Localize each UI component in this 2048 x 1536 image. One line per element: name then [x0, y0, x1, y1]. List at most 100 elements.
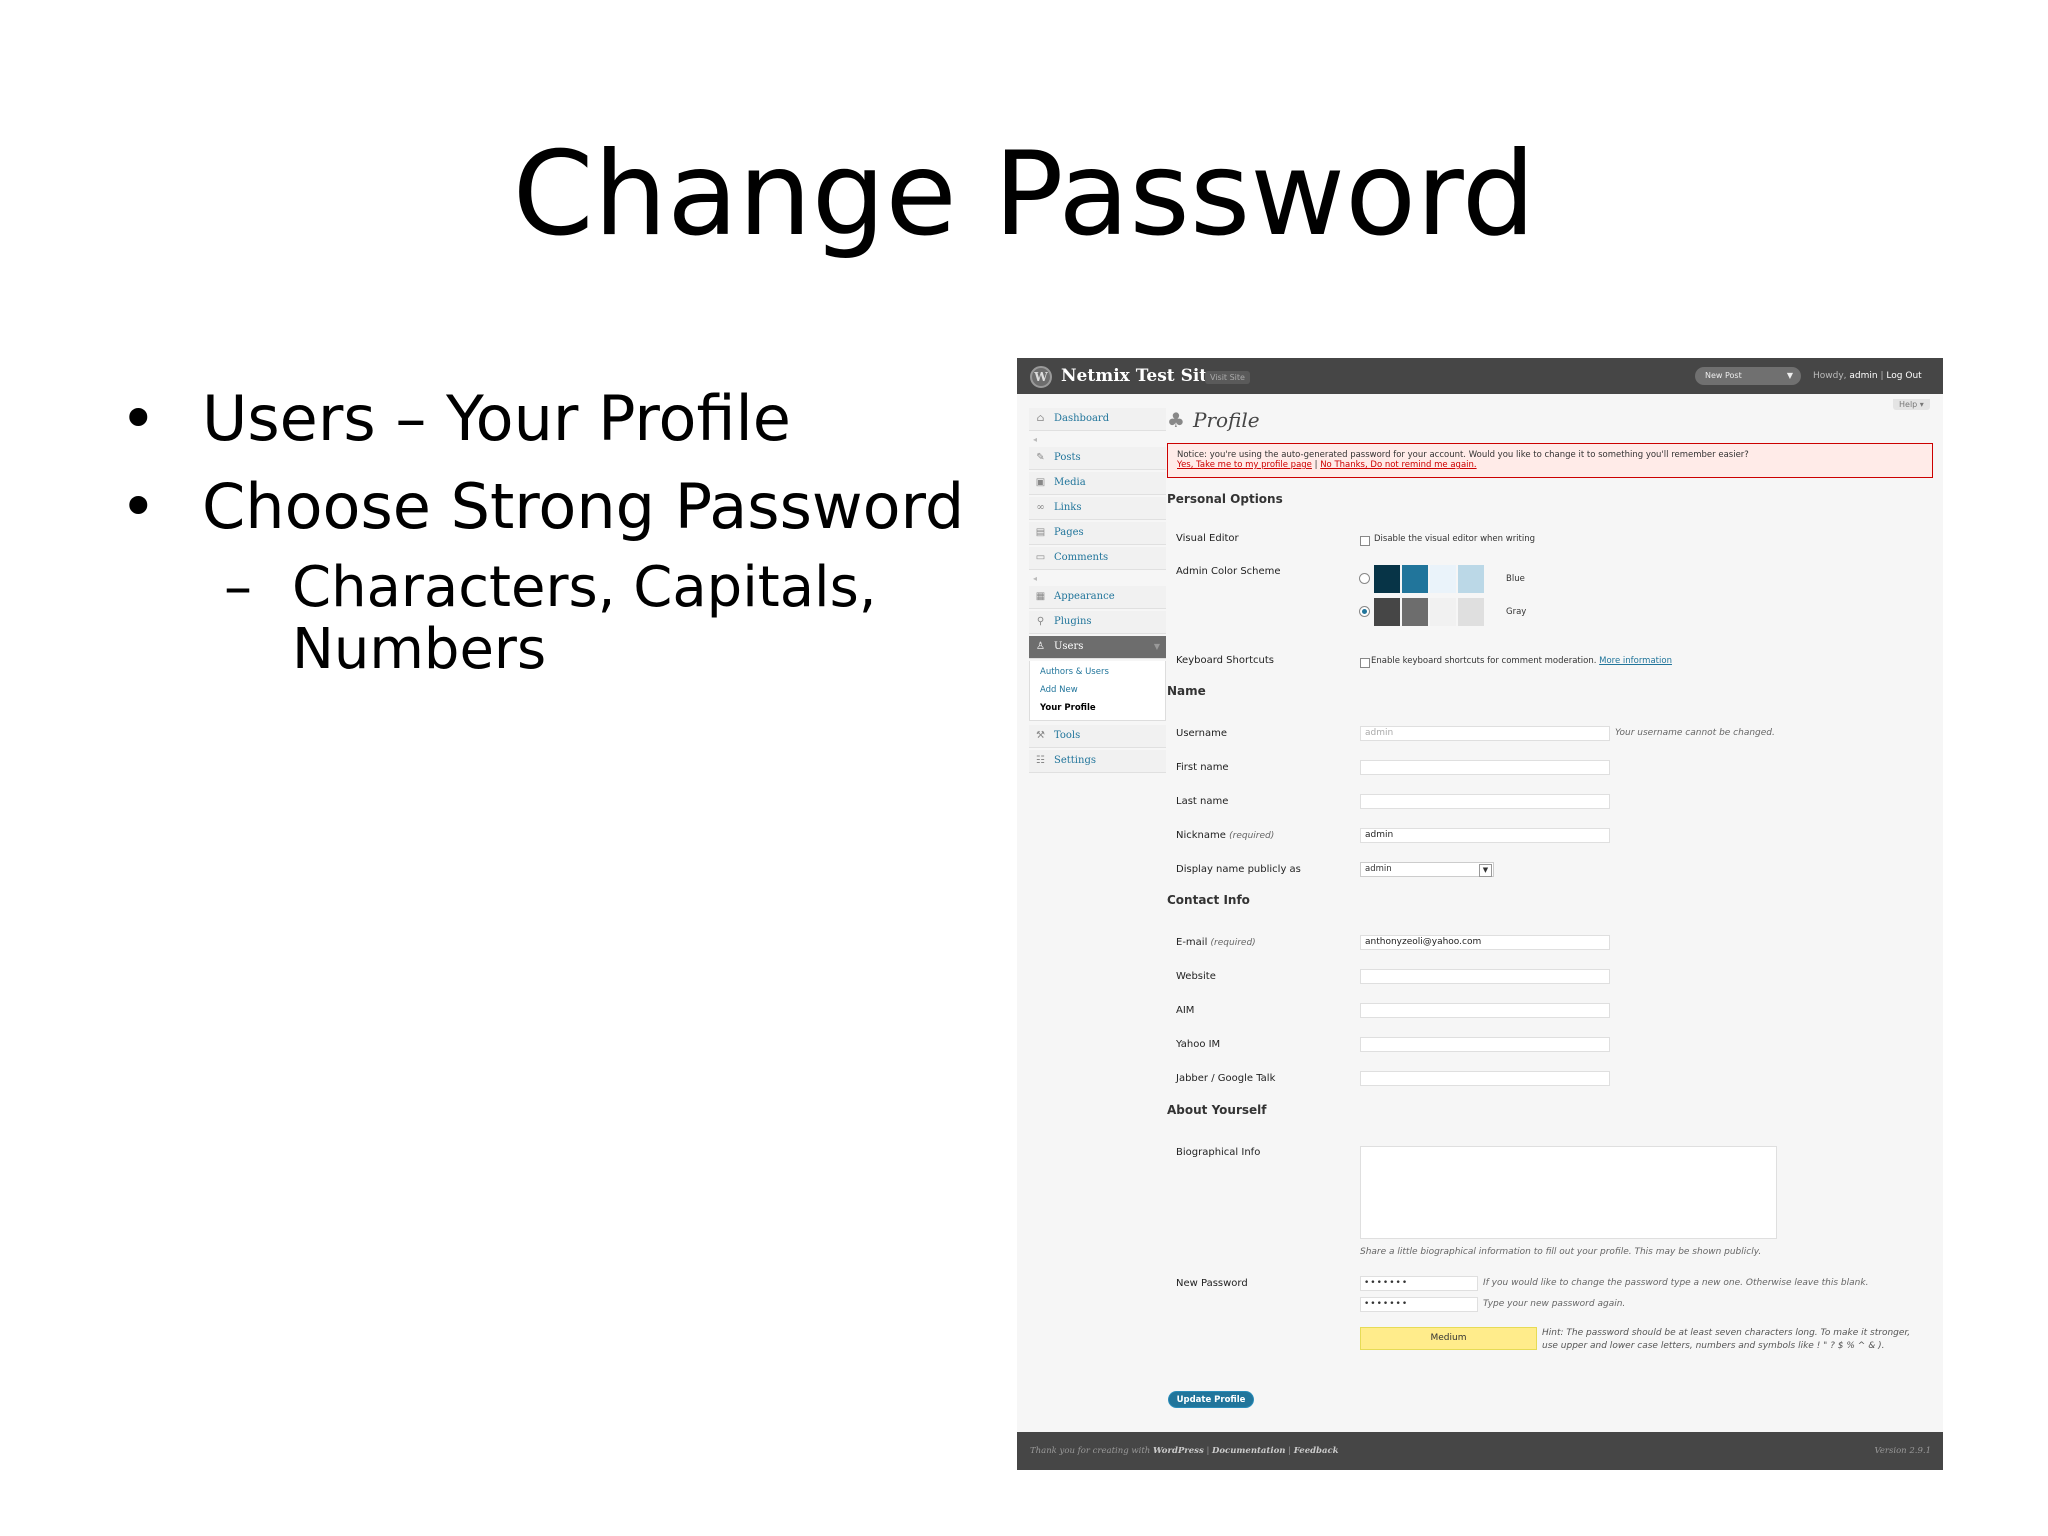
blue-swatch — [1430, 565, 1456, 593]
blue-swatch — [1458, 565, 1484, 593]
last-name-label: Last name — [1176, 796, 1229, 807]
password-hint-1: If you would like to change the password… — [1483, 1278, 1869, 1288]
menu-item-settings[interactable]: ☷ Settings — [1029, 750, 1166, 773]
jabber-label: Jabber / Google Talk — [1176, 1073, 1276, 1084]
color-scheme-label: Admin Color Scheme — [1176, 566, 1281, 577]
bullet-item: • Users – Your Profile — [120, 375, 980, 463]
menu-item-users[interactable]: ♙ Users ▼ — [1029, 636, 1166, 659]
submenu-item-add-new[interactable]: Add New — [1030, 681, 1165, 699]
new-password-label: New Password — [1176, 1278, 1248, 1289]
comment-icon: ▭ — [1035, 552, 1046, 563]
notice-text: Notice: you're using the auto-generated … — [1177, 450, 1749, 460]
scheme-gray-radio[interactable] — [1359, 606, 1370, 617]
bullet-dot: • — [120, 382, 157, 455]
menu-item-appearance[interactable]: ▦ Appearance — [1029, 586, 1166, 609]
sub-bullet-dash: – — [224, 555, 252, 620]
nickname-field[interactable]: admin — [1360, 828, 1610, 843]
gray-swatch — [1458, 598, 1484, 626]
website-label: Website — [1176, 971, 1216, 982]
home-icon: ⌂ — [1036, 413, 1045, 424]
bullet-list: • Users – Your Profile • Choose Strong Pas… — [120, 375, 980, 681]
username-label: Username — [1176, 728, 1227, 739]
blue-swatch — [1374, 565, 1400, 593]
section-about-yourself: About Yourself — [1167, 1103, 1267, 1117]
notice-profile-link[interactable]: Yes, Take me to my profile page — [1177, 460, 1312, 470]
gray-swatch — [1374, 598, 1400, 626]
nickname-label: Nickname (required) — [1176, 830, 1275, 841]
website-field[interactable] — [1360, 969, 1610, 984]
chevron-down-icon: ▼ — [1479, 864, 1492, 877]
password-strength-meter: Medium — [1360, 1327, 1537, 1350]
section-contact-info: Contact Info — [1167, 893, 1250, 907]
yahoo-field[interactable] — [1360, 1037, 1610, 1052]
first-name-field[interactable] — [1360, 760, 1610, 775]
menu-item-tools[interactable]: ⚒ Tools — [1029, 725, 1166, 748]
email-label: E-mail (required) — [1176, 937, 1256, 948]
slide-title: Change Password — [512, 127, 1536, 262]
keyboard-shortcuts-checkbox[interactable] — [1360, 658, 1370, 668]
main-content: ♣ Profile Notice: you're using the auto-g… — [1167, 358, 1943, 1418]
menu-item-posts[interactable]: ✎ Posts — [1029, 447, 1166, 470]
scheme-blue-label: Blue — [1506, 574, 1525, 584]
documentation-link[interactable]: Documentation — [1212, 1446, 1285, 1456]
menu-item-plugins[interactable]: ⚲ Plugins — [1029, 611, 1166, 634]
bio-label: Biographical Info — [1176, 1147, 1261, 1158]
submenu-item-authors[interactable]: Authors & Users — [1030, 663, 1165, 681]
wordpress-link[interactable]: WordPress — [1153, 1446, 1204, 1456]
visual-editor-text: Disable the visual editor when writing — [1374, 534, 1536, 544]
chevron-down-icon[interactable]: ▼ — [1154, 636, 1160, 658]
section-name: Name — [1167, 684, 1206, 698]
visual-editor-label: Visual Editor — [1176, 533, 1239, 544]
gray-swatch — [1430, 598, 1456, 626]
pages-icon: ▤ — [1035, 527, 1046, 538]
bullet-text: Users – Your Profile — [202, 382, 791, 455]
keyboard-shortcuts-text: Enable keyboard shortcuts for comment mo… — [1371, 656, 1672, 666]
username-hint: Your username cannot be changed. — [1615, 728, 1775, 738]
bio-textarea[interactable] — [1360, 1146, 1777, 1239]
email-field[interactable]: anthonyzeoli@yahoo.com — [1360, 935, 1610, 950]
scheme-gray-label: Gray — [1506, 607, 1527, 617]
bullet-dot: • — [120, 470, 157, 543]
users-submenu: Authors & Users Add New Your Profile — [1029, 661, 1166, 721]
visual-editor-checkbox[interactable] — [1360, 536, 1370, 546]
appearance-icon: ▦ — [1035, 591, 1046, 602]
yahoo-label: Yahoo IM — [1176, 1039, 1221, 1050]
aim-label: AIM — [1176, 1005, 1195, 1016]
sub-bullet-item: – Characters, Capitals, Numbers — [120, 557, 980, 681]
last-name-field[interactable] — [1360, 794, 1610, 809]
menu-item-media[interactable]: ▣ Media — [1029, 472, 1166, 495]
users-icon: ♙ — [1036, 641, 1045, 652]
menu-separator[interactable]: ◂ — [1029, 433, 1166, 447]
tools-icon: ⚒ — [1036, 730, 1045, 741]
users-icon: ♣ — [1167, 408, 1185, 432]
bullet-item: • Choose Strong Password — [120, 463, 980, 551]
section-personal-options: Personal Options — [1167, 492, 1283, 506]
submenu-item-your-profile[interactable]: Your Profile — [1030, 699, 1165, 717]
password-hint-2: Type your new password again. — [1483, 1299, 1626, 1309]
feedback-link[interactable]: Feedback — [1294, 1446, 1339, 1456]
display-name-select[interactable]: admin ▼ — [1360, 862, 1494, 877]
page-title: ♣ Profile — [1167, 408, 1260, 432]
new-password-field[interactable]: ••••••• — [1360, 1276, 1478, 1291]
notice-dismiss-link[interactable]: No Thanks, Do not remind me again. — [1320, 460, 1476, 470]
admin-footer: Thank you for creating with WordPress | … — [1017, 1432, 1943, 1470]
menu-item-dashboard[interactable]: ⌂ Dashboard — [1029, 408, 1166, 431]
menu-separator[interactable]: ◂ — [1029, 572, 1166, 586]
jabber-field[interactable] — [1360, 1071, 1610, 1086]
sub-bullet-text: Characters, Capitals, Numbers — [292, 555, 877, 682]
blue-swatch — [1402, 565, 1428, 593]
aim-field[interactable] — [1360, 1003, 1610, 1018]
confirm-password-field[interactable]: ••••••• — [1360, 1297, 1478, 1312]
more-information-link[interactable]: More information — [1599, 656, 1672, 666]
settings-icon: ☷ — [1036, 755, 1045, 766]
username-field[interactable]: admin — [1360, 726, 1610, 741]
menu-item-pages[interactable]: ▤ Pages — [1029, 522, 1166, 545]
menu-item-links[interactable]: ∞ Links — [1029, 497, 1166, 520]
wordpress-logo-icon[interactable]: W — [1030, 366, 1052, 388]
update-profile-button[interactable]: Update Profile — [1168, 1391, 1254, 1408]
keyboard-shortcuts-label: Keyboard Shortcuts — [1176, 655, 1274, 666]
scheme-blue-radio[interactable] — [1359, 573, 1370, 584]
plug-icon: ⚲ — [1036, 616, 1045, 627]
password-notice: Notice: you're using the auto-generated … — [1167, 443, 1933, 478]
menu-item-comments[interactable]: ▭ Comments — [1029, 547, 1166, 570]
